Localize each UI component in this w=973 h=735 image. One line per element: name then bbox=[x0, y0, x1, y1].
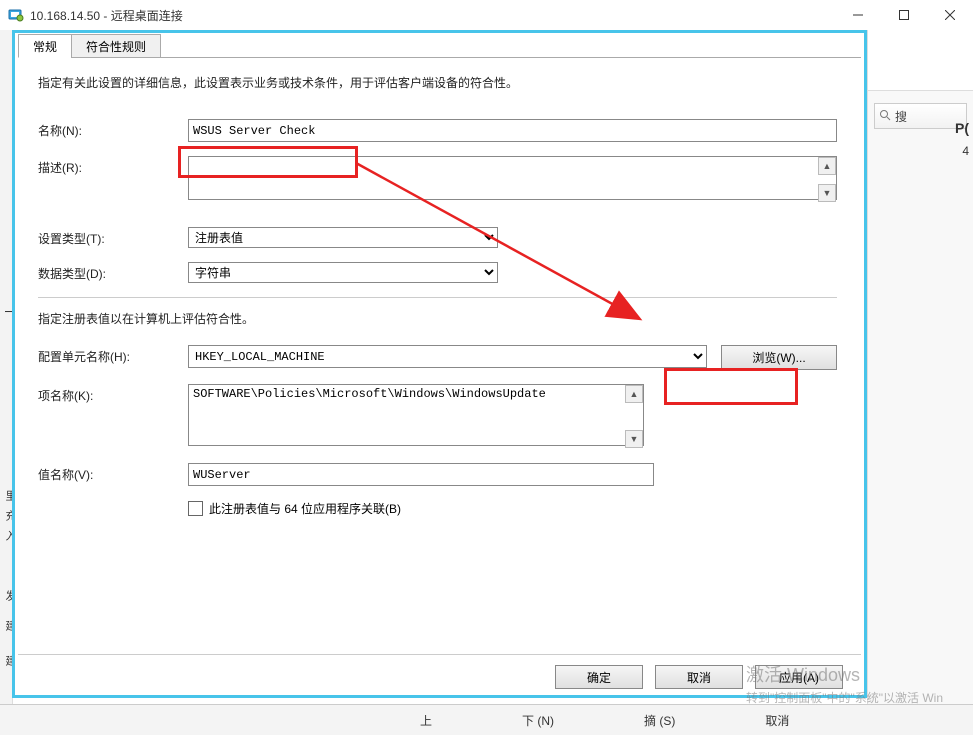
dialog-body: 指定有关此设置的详细信息，此设置表示业务或技术条件，用于评估客户端设备的符合性。… bbox=[18, 58, 861, 517]
description-textarea[interactable] bbox=[188, 156, 837, 200]
key-scroll-up-icon[interactable]: ▲ bbox=[625, 385, 643, 403]
tab-compliance[interactable]: 符合性规则 bbox=[71, 34, 161, 58]
bottom-frag-1: 上 bbox=[420, 712, 432, 729]
hive-select[interactable]: HKEY_LOCAL_MACHINE bbox=[188, 345, 707, 368]
close-button[interactable] bbox=[927, 0, 973, 30]
label-setting-type: 设置类型(T): bbox=[38, 227, 188, 247]
window-buttons bbox=[835, 0, 973, 30]
top-instruction: 指定有关此设置的详细信息，此设置表示业务或技术条件，用于评估客户端设备的符合性。 bbox=[38, 74, 837, 91]
label-hive: 配置单元名称(H): bbox=[38, 345, 188, 365]
search-label: 搜 bbox=[895, 108, 907, 125]
data-type-select[interactable]: 字符串 bbox=[188, 262, 498, 283]
checkbox-64bit[interactable] bbox=[188, 501, 203, 516]
rdp-icon bbox=[8, 7, 24, 23]
bottom-frag-2: 下 (N) bbox=[522, 712, 554, 729]
cancel-button[interactable]: 取消 bbox=[655, 665, 743, 689]
key-scroll-down-icon[interactable]: ▼ bbox=[625, 430, 643, 448]
setting-type-select[interactable]: 注册表值 bbox=[188, 227, 498, 248]
rdp-window: 10.168.14.50 - 远程桌面连接 P( 4 搜 bbox=[0, 0, 973, 735]
window-title: 10.168.14.50 - 远程桌面连接 bbox=[30, 7, 183, 24]
label-name: 名称(N): bbox=[38, 119, 188, 139]
settings-dialog: 常规 符合性规则 指定有关此设置的详细信息，此设置表示业务或技术条件，用于评估客… bbox=[18, 33, 861, 695]
scroll-up-icon[interactable]: ▲ bbox=[818, 157, 836, 175]
background-right-panel: P( 4 搜 bbox=[867, 30, 973, 705]
tab-compliance-label: 符合性规则 bbox=[86, 38, 146, 55]
key-textarea[interactable]: SOFTWARE\Policies\Microsoft\Windows\Wind… bbox=[188, 384, 644, 446]
checkbox-label: 此注册表值与 64 位应用程序关联(B) bbox=[209, 500, 401, 517]
rdp-titlebar: 10.168.14.50 - 远程桌面连接 bbox=[0, 0, 973, 31]
search-icon bbox=[879, 109, 891, 124]
remote-session-frame: 常规 符合性规则 指定有关此设置的详细信息，此设置表示业务或技术条件，用于评估客… bbox=[12, 30, 867, 698]
tab-strip: 常规 符合性规则 bbox=[18, 33, 861, 58]
label-value: 值名称(V): bbox=[38, 463, 188, 483]
scroll-down-icon[interactable]: ▼ bbox=[818, 184, 836, 202]
value-name-input[interactable] bbox=[188, 463, 654, 486]
dialog-button-bar: 确定 取消 应用(A) bbox=[555, 665, 843, 689]
registry-instruction: 指定注册表值以在计算机上评估符合性。 bbox=[38, 310, 837, 327]
name-input[interactable] bbox=[188, 119, 837, 142]
ok-button[interactable]: 确定 bbox=[555, 665, 643, 689]
bottom-frag-4: 取消 bbox=[765, 712, 789, 729]
label-key: 项名称(K): bbox=[38, 384, 188, 404]
bg-fragment-text: P( bbox=[951, 116, 973, 140]
bottom-cut-row: 上 下 (N) 摘 (S) 取消 bbox=[0, 704, 973, 735]
apply-button[interactable]: 应用(A) bbox=[755, 665, 843, 689]
bg-fragment-number: 4 bbox=[958, 140, 973, 162]
tab-general-label: 常规 bbox=[33, 38, 57, 55]
label-description: 描述(R): bbox=[38, 156, 188, 176]
maximize-button[interactable] bbox=[881, 0, 927, 30]
button-bar-divider bbox=[18, 654, 861, 655]
section-divider bbox=[38, 297, 837, 298]
tab-general[interactable]: 常规 bbox=[18, 34, 72, 58]
minimize-button[interactable] bbox=[835, 0, 881, 30]
bottom-frag-3: 摘 (S) bbox=[644, 712, 675, 729]
checkbox-row[interactable]: 此注册表值与 64 位应用程序关联(B) bbox=[188, 500, 837, 517]
browse-button[interactable]: 浏览(W)... bbox=[721, 345, 837, 370]
label-data-type: 数据类型(D): bbox=[38, 262, 188, 282]
